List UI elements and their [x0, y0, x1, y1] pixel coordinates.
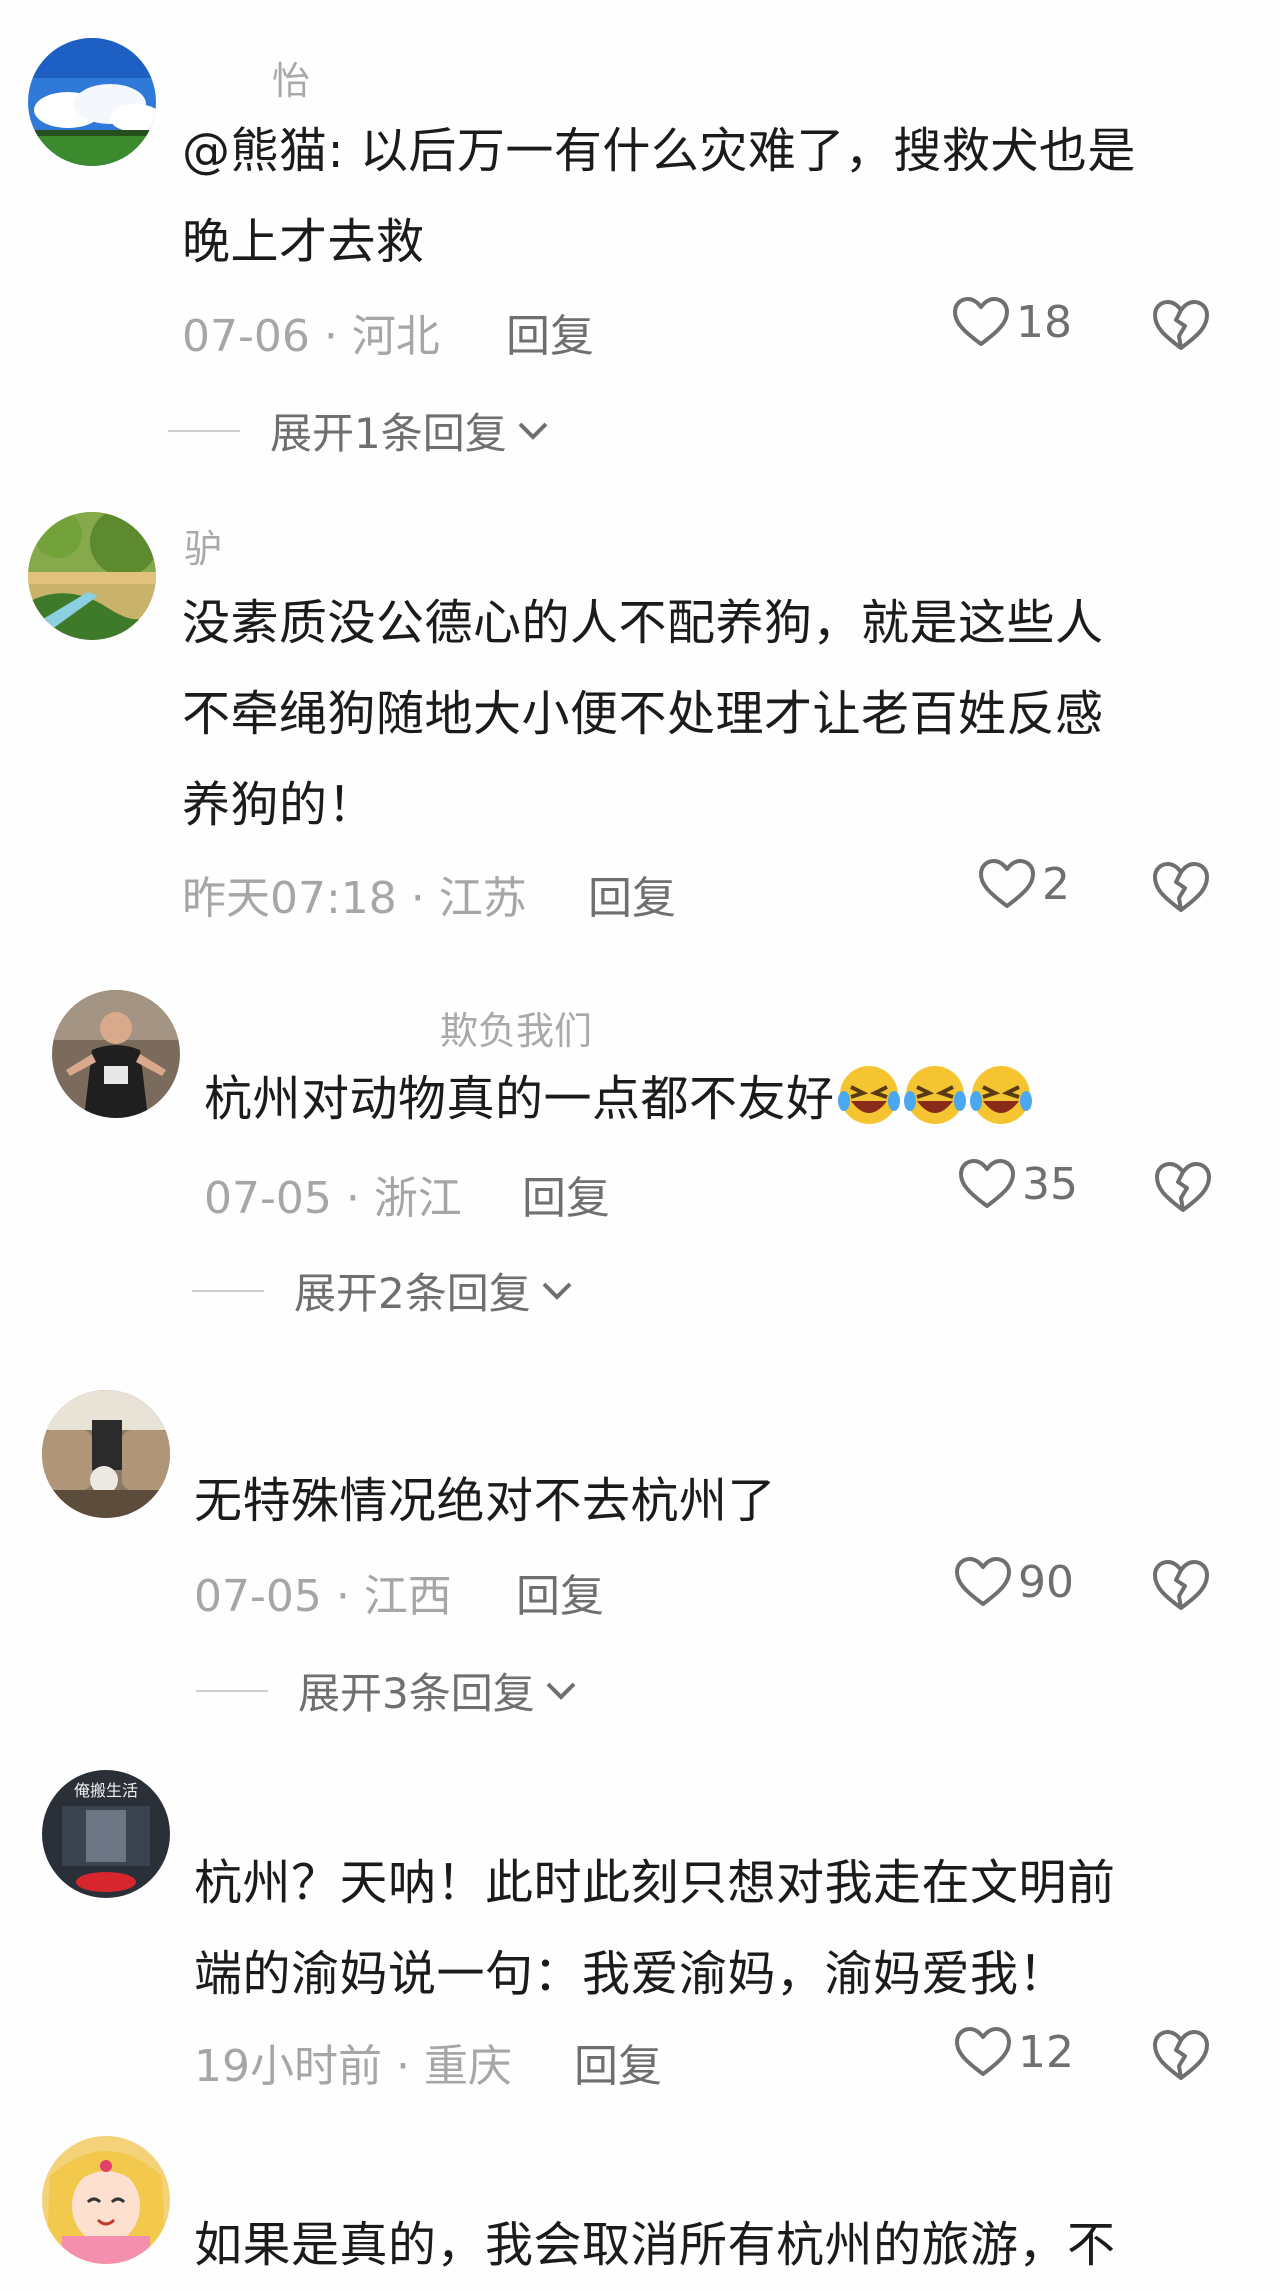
comment-text-line: 端的渝妈说一句：我爱渝妈，渝妈爱我！ — [194, 1946, 1068, 2002]
comment-text-line: 养狗的！ — [182, 777, 377, 833]
heart-icon — [955, 1557, 1011, 1606]
heart-icon — [953, 297, 1009, 346]
divider — [196, 1689, 268, 1692]
comment-text: 杭州对动物真的一点都不友好 — [204, 1071, 835, 1127]
expand-replies-button[interactable]: 展开1条回复 — [168, 400, 551, 461]
comment-meta: 07-06 · 河北 — [182, 311, 440, 362]
expand-label: 展开3条回复 — [298, 1669, 535, 1718]
chevron-down-icon — [546, 1682, 576, 1700]
comment-text-line: 如果是真的，我会取消所有杭州的旅游，不 — [194, 2217, 1116, 2273]
person-photo-avatar-icon — [52, 990, 180, 1118]
comment-text-line: 杭州对动物真的一点都不友好 — [204, 1054, 1033, 1145]
chevron-down-icon — [518, 422, 548, 440]
car-interior-avatar-icon — [42, 1390, 170, 1518]
laughing-crying-emoji-icon — [969, 1066, 1032, 1124]
username[interactable]: 欺负我们 — [440, 1000, 592, 1055]
like-count: 35 — [1022, 1158, 1078, 1210]
broken-heart-icon[interactable] — [1154, 1160, 1212, 1214]
comment-text-line: 没素质没公德心的人不配养狗，就是这些人 — [182, 595, 1104, 651]
like-button[interactable]: 35 — [958, 1158, 1078, 1210]
comment-text-line: 杭州？天呐！此时此刻只想对我走在文明前 — [194, 1855, 1116, 1911]
comment-meta: 07-05 · 江西 — [194, 1571, 452, 1622]
divider — [192, 1289, 264, 1292]
heart-icon — [959, 1159, 1015, 1208]
avatar-text: 俺搬生活 — [74, 1781, 138, 1800]
like-button[interactable]: 90 — [954, 1556, 1074, 1608]
expand-replies-button[interactable]: 展开3条回复 — [196, 1660, 579, 1721]
avatar[interactable] — [28, 38, 156, 166]
broken-heart-icon[interactable] — [1152, 2028, 1210, 2082]
username[interactable]: 驴 — [184, 518, 222, 573]
heart-icon — [979, 859, 1035, 908]
comment-meta: 昨天07:18 · 江苏 — [182, 873, 527, 924]
chevron-down-icon — [542, 1282, 572, 1300]
comment-text-line: 晚上才去救 — [182, 214, 425, 270]
reply-button[interactable]: 回复 — [516, 1560, 604, 1624]
expand-label: 展开1条回复 — [270, 409, 507, 458]
avatar[interactable] — [42, 1390, 170, 1518]
reply-button[interactable]: 回复 — [522, 1162, 610, 1226]
nature-scene-avatar-icon — [28, 512, 156, 640]
reply-button[interactable]: 回复 — [588, 862, 676, 926]
broken-heart-icon[interactable] — [1152, 860, 1210, 914]
broken-heart-icon[interactable] — [1152, 1558, 1210, 1612]
comment-text-line: @熊猫: 以后万一有什么灾难了，搜救犬也是 — [182, 123, 1136, 179]
laughing-crying-emoji-icon — [903, 1066, 966, 1124]
avatar[interactable] — [28, 512, 156, 640]
like-count: 12 — [1018, 2026, 1074, 2078]
like-count: 2 — [1042, 858, 1070, 910]
expand-replies-button[interactable]: 展开2条回复 — [192, 1260, 575, 1321]
like-button[interactable]: 2 — [978, 858, 1070, 910]
reply-button[interactable]: 回复 — [506, 300, 594, 364]
like-count: 18 — [1016, 296, 1072, 348]
sky-landscape-avatar-icon — [28, 38, 156, 166]
comment-meta: 07-05 · 浙江 — [204, 1173, 462, 1224]
comment-text-line: 不牵绳狗随地大小便不处理才让老百姓反感 — [182, 686, 1104, 742]
like-button[interactable]: 12 — [954, 2026, 1074, 2078]
dark-logo-avatar-icon: 俺搬生活 — [42, 1770, 170, 1898]
broken-heart-icon[interactable] — [1152, 298, 1210, 352]
expand-label: 展开2条回复 — [294, 1269, 531, 1318]
laughing-crying-emoji-icon — [837, 1066, 900, 1124]
reply-button[interactable]: 回复 — [574, 2030, 662, 2094]
username[interactable]: 怡 — [272, 50, 310, 105]
like-button[interactable]: 18 — [952, 296, 1072, 348]
avatar[interactable]: 俺搬生活 — [42, 1770, 170, 1898]
comment-meta: 19小时前 · 重庆 — [194, 2041, 512, 2092]
like-count: 90 — [1018, 1556, 1074, 1608]
heart-icon — [955, 2027, 1011, 2076]
comment-text-line: 无特殊情况绝对不去杭州了 — [194, 1473, 777, 1529]
divider — [168, 429, 240, 432]
avatar[interactable] — [52, 990, 180, 1118]
